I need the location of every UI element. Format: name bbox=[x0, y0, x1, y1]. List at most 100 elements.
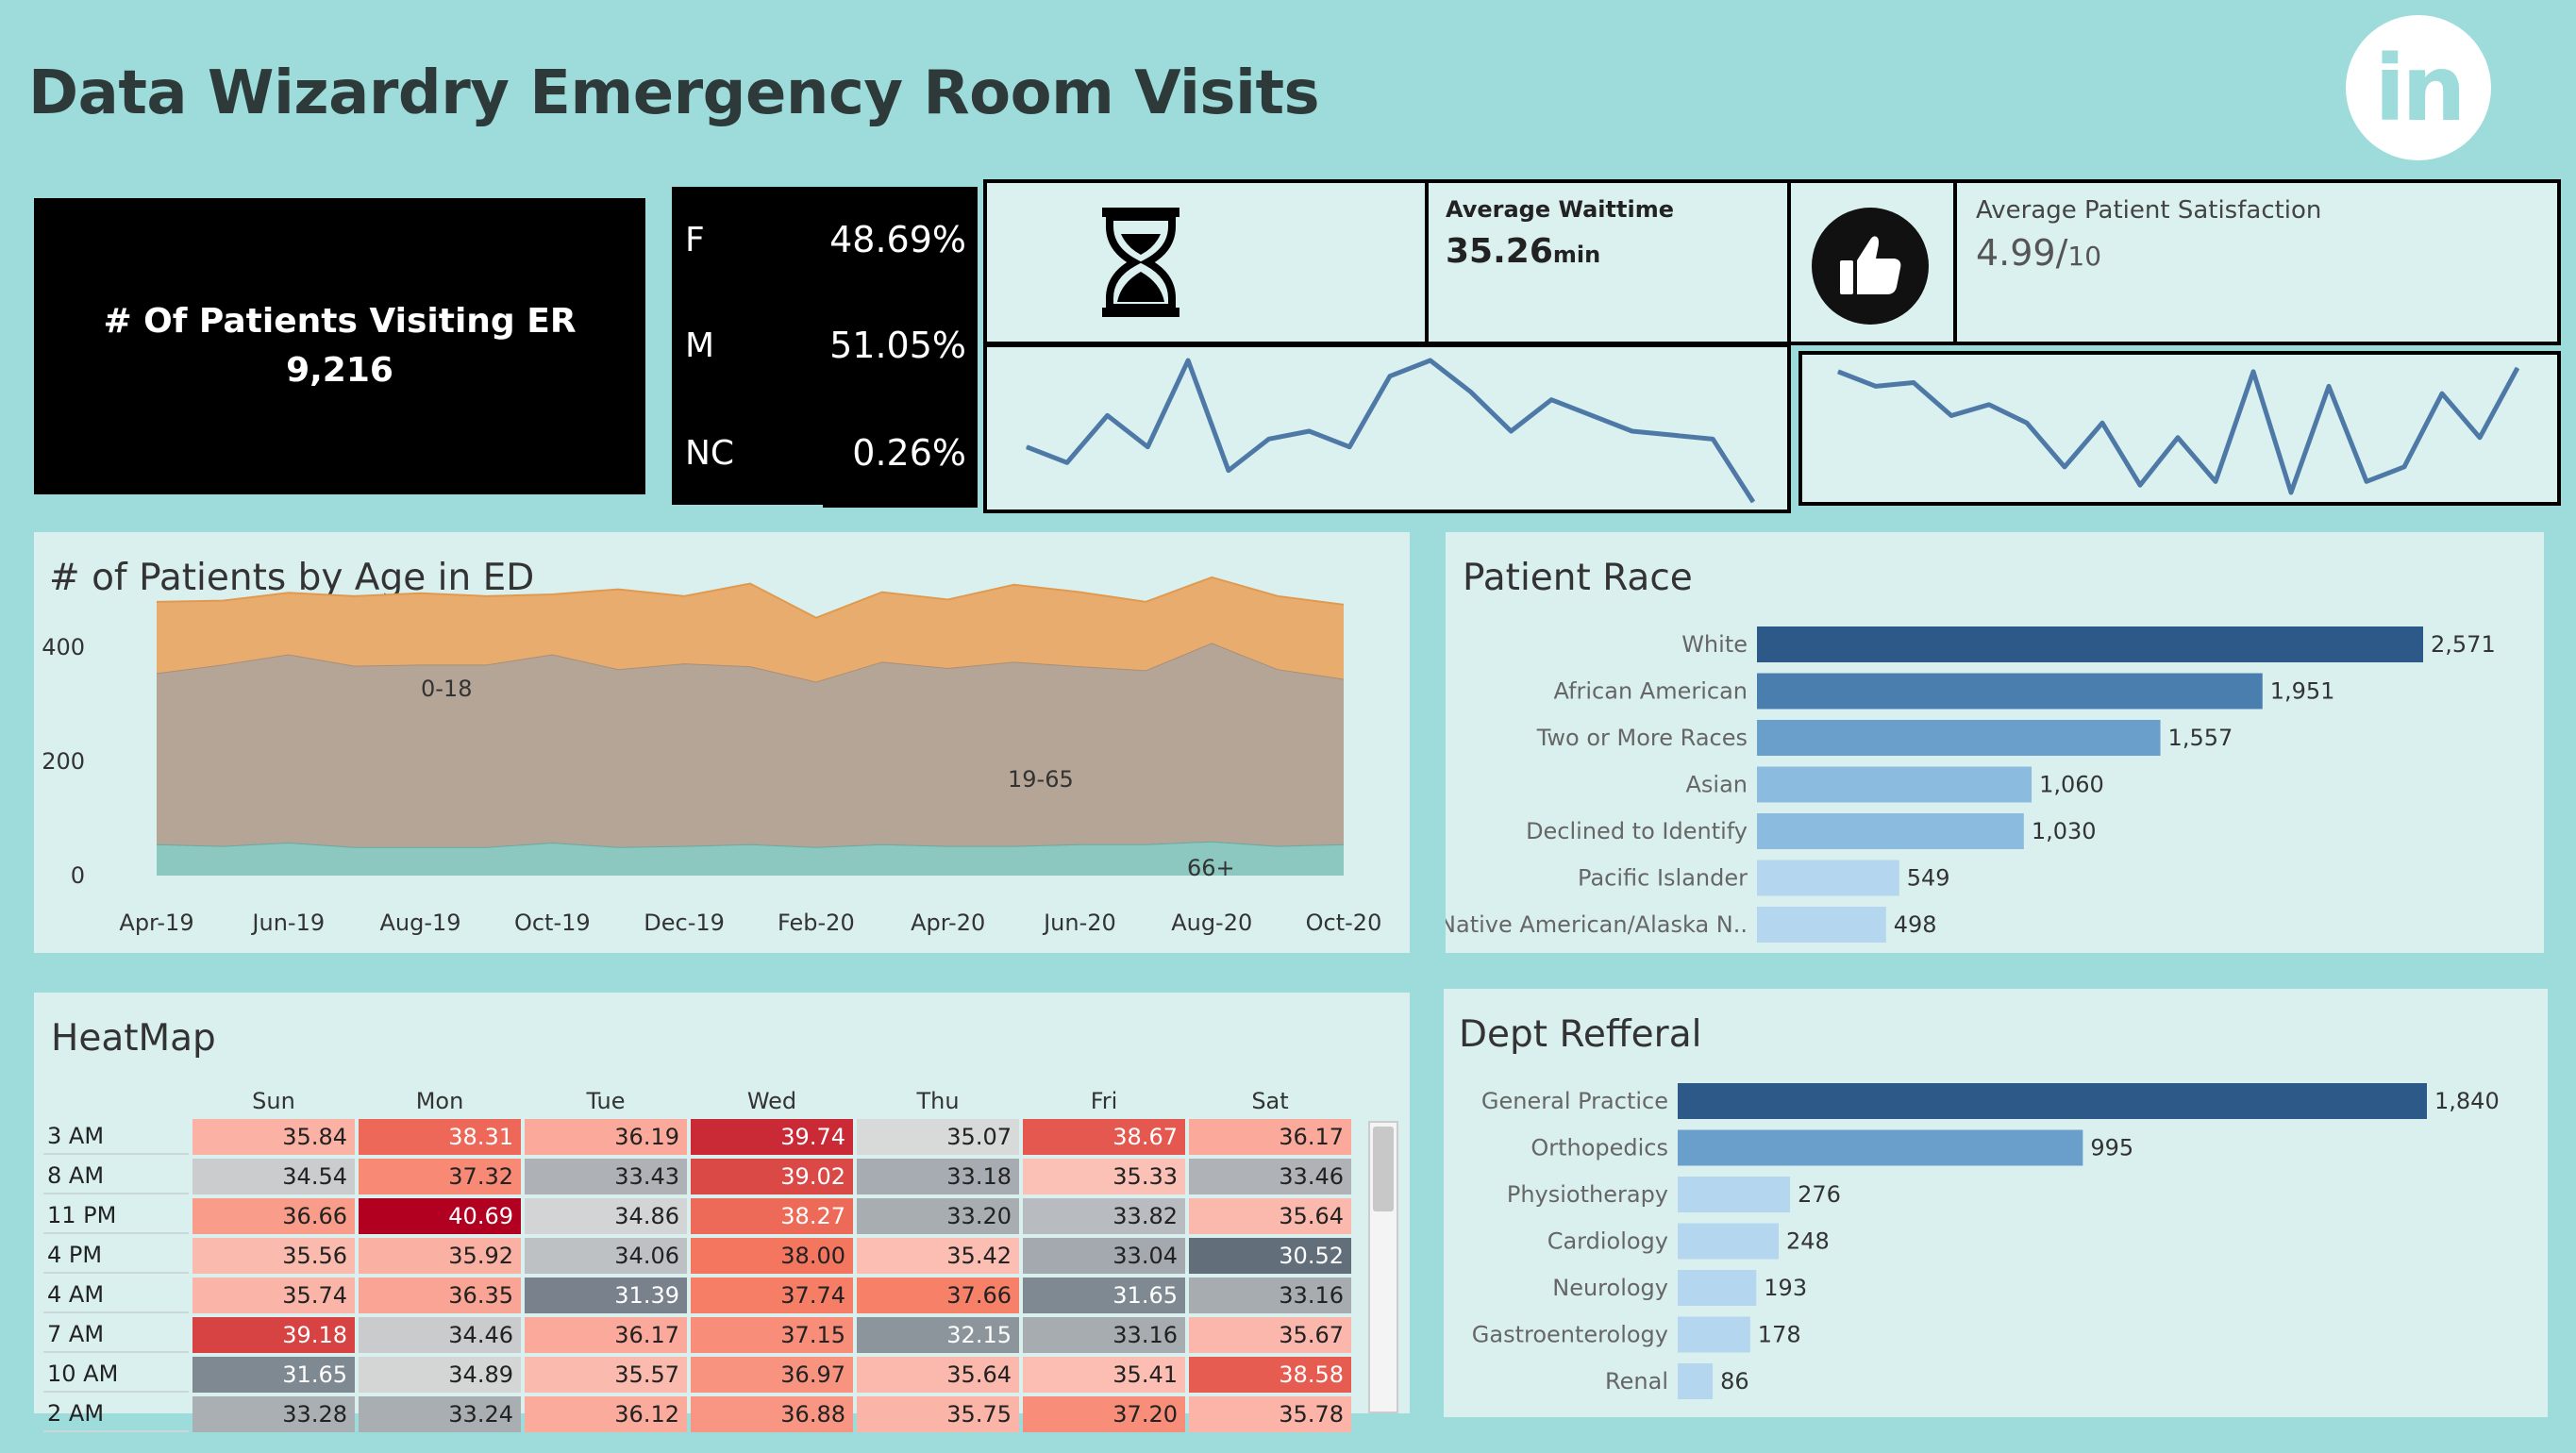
heatmap-cell[interactable]: 35.42 bbox=[857, 1238, 1019, 1274]
heatmap-cell[interactable]: 36.12 bbox=[525, 1396, 687, 1432]
heatmap-cell[interactable]: 31.65 bbox=[192, 1357, 355, 1393]
heatmap-cell[interactable]: 35.07 bbox=[857, 1119, 1019, 1155]
heatmap-cell[interactable]: 35.74 bbox=[192, 1278, 355, 1313]
sparkline-point bbox=[1146, 446, 1148, 448]
heatmap-column-header: Fri bbox=[1090, 1088, 1118, 1114]
heatmap-column-header: Wed bbox=[746, 1088, 797, 1114]
patients-kpi-value: 9,216 bbox=[286, 351, 393, 390]
bar bbox=[1678, 1223, 1780, 1260]
heatmap-corner bbox=[43, 1087, 189, 1115]
heatmap-cell[interactable]: 39.74 bbox=[691, 1119, 853, 1155]
heatmap-cell[interactable]: 33.20 bbox=[857, 1198, 1019, 1234]
heatmap-cell[interactable]: 35.84 bbox=[192, 1119, 355, 1155]
heatmap-row: 4 AM 35.74 36.35 31.39 37.74 37.66 31.65 33.16 bbox=[43, 1278, 1351, 1313]
gender-card-notch bbox=[672, 505, 823, 512]
bar bbox=[1678, 1270, 1757, 1306]
sparkline-point bbox=[2026, 422, 2028, 424]
heatmap-cell[interactable]: 34.54 bbox=[192, 1159, 355, 1194]
bar-category-label: African American bbox=[1554, 678, 1748, 705]
satisfaction-value-group: 4.99/10 bbox=[1976, 232, 2101, 274]
heatmap-cell[interactable]: 37.32 bbox=[359, 1159, 521, 1194]
heatmap-cell[interactable]: 36.19 bbox=[525, 1119, 687, 1155]
heatmap-cell[interactable]: 33.16 bbox=[1023, 1317, 1185, 1353]
bar-value-label: 995 bbox=[2090, 1135, 2133, 1161]
heatmap-cell[interactable]: 35.64 bbox=[857, 1357, 1019, 1393]
sparkline-point bbox=[1348, 446, 1350, 448]
sparkline-point bbox=[1308, 430, 1310, 432]
heatmap-header-row: Sun Mon Tue Wed Thu Fri Sat bbox=[43, 1087, 1351, 1115]
bar-value-label: 1,557 bbox=[2168, 725, 2233, 751]
heatmap-cell[interactable]: 34.89 bbox=[359, 1357, 521, 1393]
sparkline-point bbox=[2139, 484, 2141, 486]
heatmap-cell[interactable]: 38.27 bbox=[691, 1198, 853, 1234]
heatmap-cell[interactable]: 35.78 bbox=[1189, 1396, 1351, 1432]
heatmap-cell[interactable]: 40.69 bbox=[359, 1198, 521, 1234]
heatmap-cell[interactable]: 38.00 bbox=[691, 1238, 853, 1274]
heatmap-cell[interactable]: 34.06 bbox=[525, 1238, 687, 1274]
heatmap-cell[interactable]: 38.67 bbox=[1023, 1119, 1185, 1155]
bar bbox=[1757, 673, 2263, 710]
satisfaction-icon-box bbox=[1787, 179, 1957, 345]
heatmap-viewport[interactable]: Sun Mon Tue Wed Thu Fri Sat 3 AM 35.84 38.31 36.19… bbox=[40, 1083, 1404, 1453]
heatmap-cell[interactable]: 33.04 bbox=[1023, 1238, 1185, 1274]
heatmap-cell[interactable]: 33.18 bbox=[857, 1159, 1019, 1194]
heatmap-cell[interactable]: 36.35 bbox=[359, 1278, 521, 1313]
heatmap-cell[interactable]: 31.39 bbox=[525, 1278, 687, 1313]
sparkline-point bbox=[2441, 392, 2443, 394]
heatmap-cell[interactable]: 37.66 bbox=[857, 1278, 1019, 1313]
heatmap-cell[interactable]: 34.86 bbox=[525, 1198, 687, 1234]
bar-category-label: Asian bbox=[1685, 772, 1748, 798]
dept-bar-chart: General Practice 1,840 Orthopedics 995 Physi… bbox=[1472, 1083, 2500, 1399]
heatmap-cell[interactable]: 31.65 bbox=[1023, 1278, 1185, 1313]
heatmap-cell[interactable]: 35.64 bbox=[1189, 1198, 1351, 1234]
heatmap-row-label: 10 AM bbox=[43, 1357, 189, 1393]
heatmap-cell[interactable]: 35.33 bbox=[1023, 1159, 1185, 1194]
gender-breakdown-card: F 48.69% M 51.05% NC 0.26% bbox=[672, 187, 978, 512]
heatmap-cell[interactable]: 35.56 bbox=[192, 1238, 355, 1274]
heatmap-cell[interactable]: 35.92 bbox=[359, 1238, 521, 1274]
heatmap-cell[interactable]: 38.31 bbox=[359, 1119, 521, 1155]
heatmap-column-header: Mon bbox=[415, 1088, 464, 1114]
heatmap-cell[interactable]: 35.67 bbox=[1189, 1317, 1351, 1353]
age-area-chart: 0-18 19-65 66+ 0 200 400 Apr-19 Jun-19 Aug-19 Oct… bbox=[42, 576, 1381, 936]
heatmap-cell[interactable]: 36.88 bbox=[691, 1396, 853, 1432]
heatmap-cell[interactable]: 37.20 bbox=[1023, 1396, 1185, 1432]
heatmap-cell[interactable]: 36.17 bbox=[1189, 1119, 1351, 1155]
heatmap-cell[interactable]: 36.97 bbox=[691, 1357, 853, 1393]
bar bbox=[1757, 626, 2423, 662]
heatmap-cell[interactable]: 33.28 bbox=[192, 1396, 355, 1432]
y-tick-label: 0 bbox=[71, 862, 85, 889]
x-tick-label: Jun-19 bbox=[250, 910, 325, 936]
heatmap-cell[interactable]: 33.43 bbox=[525, 1159, 687, 1194]
sparkline-point bbox=[1228, 470, 1229, 472]
heatmap-cell[interactable]: 39.02 bbox=[691, 1159, 853, 1194]
heatmap-cell[interactable]: 36.17 bbox=[525, 1317, 687, 1353]
heatmap-scrollbar[interactable] bbox=[1368, 1121, 1398, 1413]
heatmap-row-label: 4 PM bbox=[43, 1238, 189, 1274]
heatmap-cell[interactable]: 37.15 bbox=[691, 1317, 853, 1353]
heatmap-cell[interactable]: 32.15 bbox=[857, 1317, 1019, 1353]
heatmap-cell[interactable]: 30.52 bbox=[1189, 1238, 1351, 1274]
linkedin-logo[interactable]: in bbox=[2346, 15, 2491, 160]
heatmap-cell[interactable]: 35.75 bbox=[857, 1396, 1019, 1432]
heatmap-table: Sun Mon Tue Wed Thu Fri Sat 3 AM 35.84 38.31 36.19… bbox=[40, 1083, 1355, 1436]
sparkline-point bbox=[1066, 461, 1068, 463]
heatmap-scrollbar-thumb[interactable] bbox=[1373, 1127, 1394, 1211]
heatmap-cell[interactable]: 33.46 bbox=[1189, 1159, 1351, 1194]
sparkline-point bbox=[1837, 371, 1839, 373]
heatmap-cell[interactable]: 35.41 bbox=[1023, 1357, 1185, 1393]
sparkline-point bbox=[2101, 422, 2103, 424]
bar bbox=[1678, 1363, 1714, 1399]
heatmap-cell[interactable]: 38.58 bbox=[1189, 1357, 1351, 1393]
heatmap-cell[interactable]: 33.16 bbox=[1189, 1278, 1351, 1313]
gender-row-f: F 48.69% bbox=[672, 187, 978, 281]
heatmap-cell[interactable]: 36.66 bbox=[192, 1198, 355, 1234]
heatmap-cell[interactable]: 37.74 bbox=[691, 1278, 853, 1313]
heatmap-cell[interactable]: 35.57 bbox=[525, 1357, 687, 1393]
heatmap-cell[interactable]: 33.24 bbox=[359, 1396, 521, 1432]
bar-value-label: 248 bbox=[1786, 1228, 1830, 1255]
heatmap-cell[interactable]: 39.18 bbox=[192, 1317, 355, 1353]
x-tick-label: Jun-20 bbox=[1042, 910, 1116, 936]
heatmap-cell[interactable]: 34.46 bbox=[359, 1317, 521, 1353]
heatmap-cell[interactable]: 33.82 bbox=[1023, 1198, 1185, 1234]
